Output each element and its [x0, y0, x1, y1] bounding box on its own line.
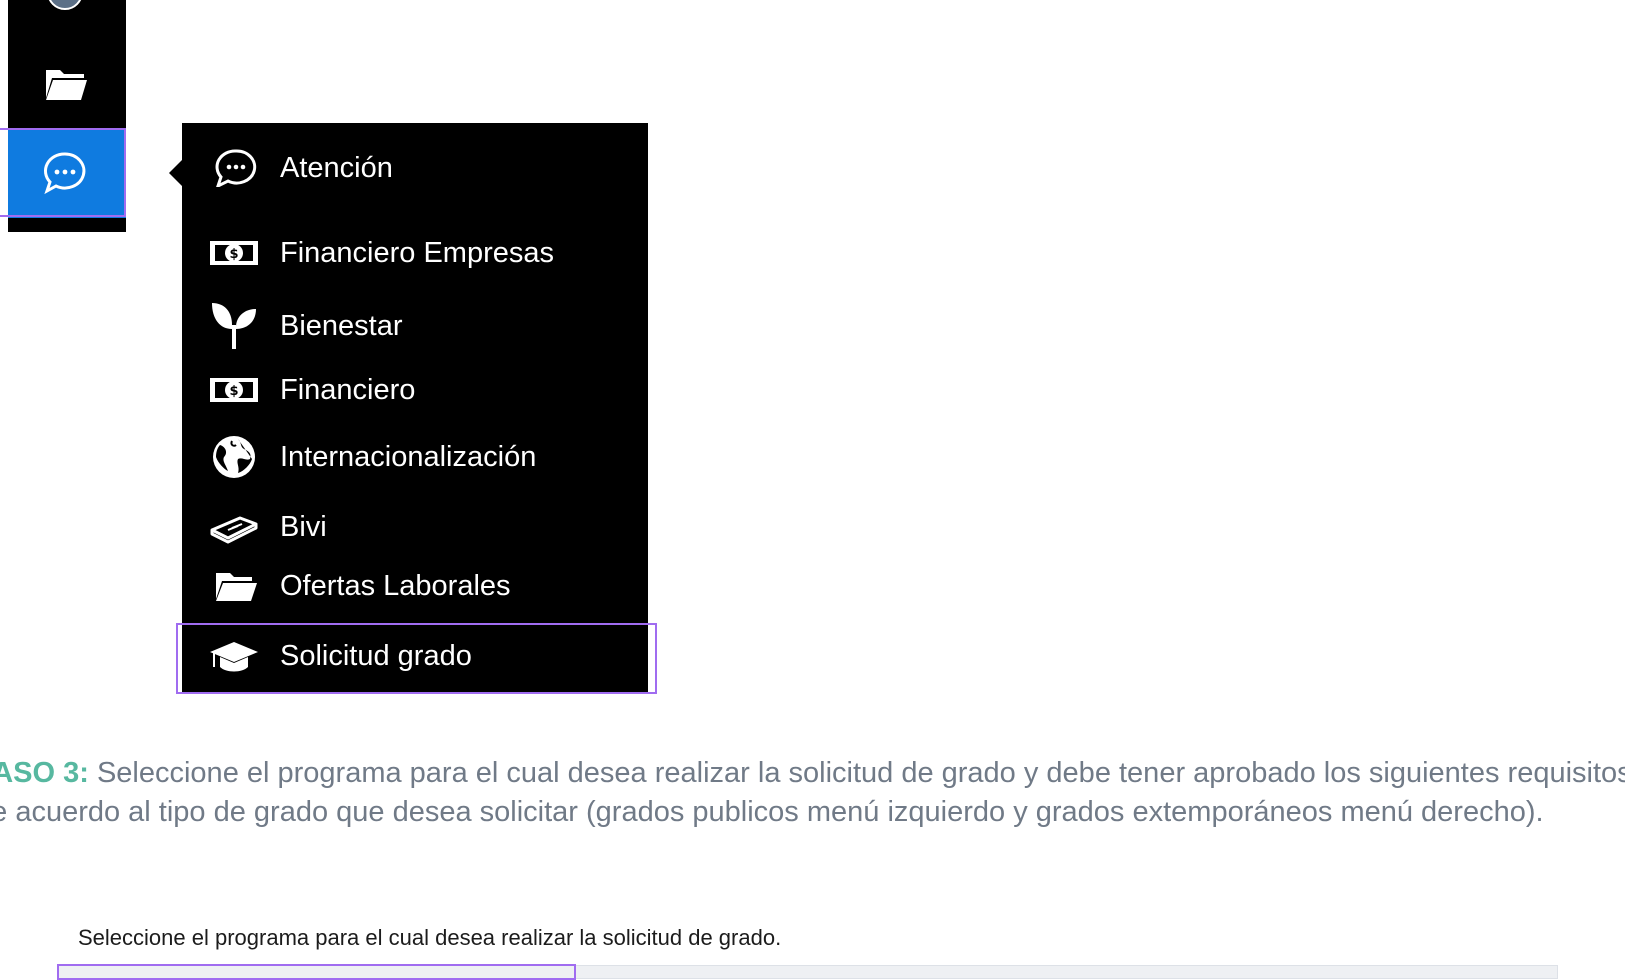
user-avatar-icon[interactable]	[47, 0, 83, 10]
program-prompt: Seleccione el programa para el cual dese…	[78, 925, 782, 950]
services-popup-menu: Atención $ Financiero Empresas Bienestar	[169, 123, 648, 693]
menu-item-financiero[interactable]: $ Financiero	[182, 365, 648, 415]
folder-icon[interactable]	[44, 66, 88, 102]
svg-text:$: $	[229, 247, 238, 262]
solicitud-grado-highlight-box	[176, 623, 657, 694]
menu-item-label: Financiero Empresas	[280, 237, 554, 269]
globe-icon	[210, 436, 258, 478]
menu-item-label: Internacionalización	[280, 441, 537, 473]
menu-item-bienestar[interactable]: Bienestar	[182, 301, 648, 351]
menu-item-label: Ofertas Laborales	[280, 570, 511, 602]
menu-item-label: Bienestar	[280, 310, 403, 342]
menu-item-label: Bivi	[280, 511, 327, 543]
folder-icon	[210, 567, 258, 605]
step-text: Seleccione el programa para el cual dese…	[0, 757, 1625, 828]
money-bill-icon: $	[210, 371, 258, 409]
menu-item-label: Financiero	[280, 374, 416, 406]
menu-item-atencion[interactable]: Atención	[182, 143, 648, 193]
step-instructions: PASO 3: Seleccione el programa para el c…	[0, 754, 1625, 832]
svg-text:$: $	[229, 384, 238, 399]
menu-caret	[169, 159, 183, 187]
seedling-icon	[210, 303, 258, 349]
chat-bubble-icon	[210, 149, 258, 187]
book-icon	[210, 508, 258, 546]
menu-item-label: Atención	[280, 152, 393, 184]
menu-item-financiero-empresas[interactable]: $ Financiero Empresas	[182, 228, 648, 278]
menu-item-ofertas-laborales[interactable]: Ofertas Laborales	[182, 561, 648, 611]
money-bill-icon: $	[210, 234, 258, 272]
program-table-highlight-box	[57, 964, 576, 980]
sidebar-highlight-box	[0, 128, 126, 217]
menu-item-bivi[interactable]: Bivi	[182, 502, 648, 552]
step-label: PASO 3:	[0, 757, 89, 789]
menu-item-internacionalizacion[interactable]: Internacionalización	[182, 432, 648, 482]
